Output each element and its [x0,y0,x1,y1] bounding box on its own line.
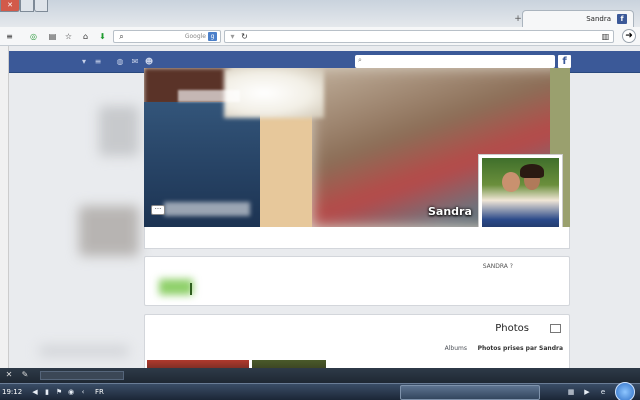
browser-toolbar: ≡ ◎ ▤ ☆ ⌂ ⬇ ⌕ Google g ↻ ▾ ▥ ➜ [0,27,640,46]
cover-blurred-label [178,90,240,102]
start-button[interactable] [615,382,635,400]
cover-blurred-strip [164,202,250,216]
hair-shape [520,164,544,178]
profile-photo [482,158,559,235]
clock[interactable]: 19:12 [2,388,22,396]
cover-options-button[interactable]: ··· [151,205,165,215]
photos-tab-taken[interactable]: Photos prises par Sandra [478,345,563,352]
profile-name[interactable]: Sandra [428,205,472,218]
ie-icon[interactable]: e [598,387,608,397]
taskbar: 19:12 ◀ ▮ ⚑ ◉ ‹ FR ▦ ▶ e [0,382,640,400]
reload-icon[interactable]: ↻ [239,31,250,42]
chevron-down-icon[interactable]: ▾ [79,57,89,67]
search-engine-icon[interactable]: g [208,32,217,41]
window-minimize-button[interactable] [34,0,48,12]
blurred-sidebar-item [99,106,139,156]
intro-title: SANDRA ? [482,263,513,270]
photos-icon [550,324,561,333]
refresh-addon-icon[interactable]: ◎ [28,31,39,42]
timeline-nav [144,227,570,249]
download-icon[interactable]: ⬇ [97,31,108,42]
friends-icon[interactable]: ☻ [144,57,154,67]
blurred-sidebar-item [39,346,129,356]
photos-tab-albums[interactable]: Albums [445,345,467,352]
search-icon: ⌕ [119,32,124,41]
facebook-search-input[interactable]: ⌕ [355,55,555,68]
network-icon[interactable]: ▮ [42,387,52,397]
intro-marker [190,283,192,295]
taskbar-browser-button[interactable] [400,385,540,400]
media-icon[interactable]: ▶ [582,387,592,397]
photos-title[interactable]: Photos [495,323,529,334]
photos-card: Photos Photos prises par Sandra Albums [144,314,570,368]
blurred-intro-content [159,279,193,295]
explorer-icon[interactable]: ▦ [566,387,576,397]
menu-icon[interactable]: ≡ [4,31,15,42]
url-bar[interactable]: ↻ ▾ ▥ [224,30,614,43]
bookmark-star-icon[interactable]: ☆ [63,31,74,42]
site-info-icon[interactable]: ▥ [600,31,611,42]
photo-thumbnail[interactable] [252,360,326,368]
photo-thumbnail[interactable] [147,360,249,368]
search-input[interactable]: ⌕ Google g [113,30,221,43]
left-scroll-gutter [0,46,9,368]
volume-icon[interactable]: ◀ [30,387,40,397]
window-maximize-button[interactable] [20,0,34,12]
lock-icon[interactable]: ≡ [93,57,103,67]
facebook-favicon-icon: f [617,14,627,24]
wrench-icon[interactable]: ✎ [20,370,30,380]
back-button[interactable]: ➜ [622,29,636,43]
tab-title: Sandra [586,15,611,23]
window-title-bar: ✕ + Sandra f [0,0,640,27]
home-icon[interactable]: ⌂ [80,31,91,42]
browser-tab[interactable]: Sandra f [522,10,634,27]
find-field[interactable] [40,371,124,380]
intro-card: SANDRA ? [144,256,570,306]
flag-icon[interactable]: ⚑ [54,387,64,397]
facebook-logo-icon[interactable]: f [558,55,571,68]
tray-chevron-icon[interactable]: ‹ [78,387,88,397]
bottom-toolbar: ✕ ✎ [0,368,640,383]
globe-icon[interactable]: ◍ [115,57,125,67]
search-icon: ⌕ [358,56,362,64]
clipboard-icon[interactable]: ▤ [47,31,58,42]
search-placeholder: Google [184,33,206,40]
messages-icon[interactable]: ✉ [130,57,140,67]
tray-app-icon[interactable]: ◉ [66,387,76,397]
blurred-sidebar-item [79,206,139,256]
cover-board [260,102,312,227]
dropdown-icon[interactable]: ▾ [227,31,238,42]
close-icon[interactable]: ✕ [4,370,14,380]
page-content: ▾ ≡ ◍ ✉ ☻ ⌕ f ··· Sandra SANDRA ? Photos… [9,46,640,368]
face-shape [502,172,520,192]
language-indicator[interactable]: FR [95,388,104,396]
window-close-button[interactable]: ✕ [0,0,20,12]
